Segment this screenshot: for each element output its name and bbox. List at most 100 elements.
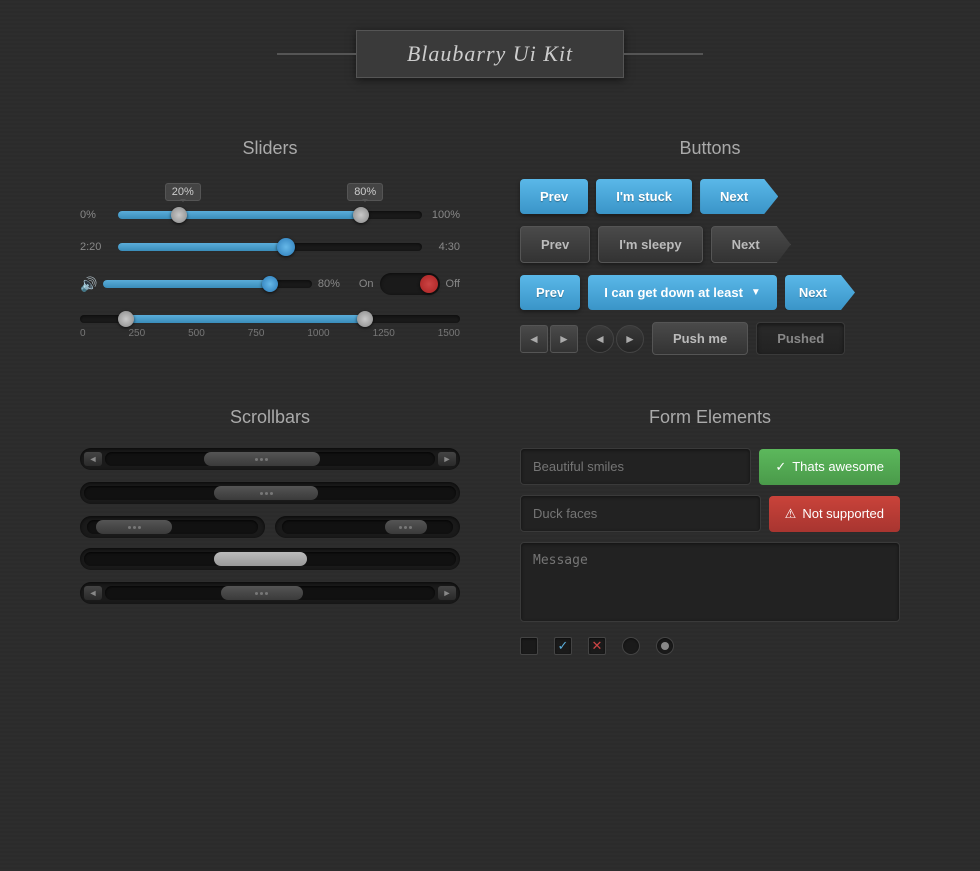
slider2-thumb[interactable]: [277, 238, 295, 256]
toggle-off-label: Off: [446, 278, 460, 290]
scrollbar-h-5[interactable]: ◄ ►: [80, 582, 460, 604]
scrollbar-track-5: [105, 586, 435, 600]
range-thumb-left[interactable]: [118, 311, 134, 327]
stuck-btn[interactable]: I'm stuck: [596, 179, 692, 214]
toggle-on-label: On: [359, 278, 374, 290]
buttons-section: Buttons Prev I'm stuck Next Prev I'm sle…: [490, 118, 930, 387]
slider2-fill: [118, 243, 285, 251]
scrollbar-h-1[interactable]: ◄ ►: [80, 448, 460, 470]
range-label-1250: 1250: [373, 328, 395, 339]
toggle-knob: [420, 275, 438, 293]
danger-btn[interactable]: ⚠ Not supported: [769, 496, 900, 532]
next-btn-1[interactable]: Next: [700, 179, 778, 214]
scrollbar-arrow-left-5[interactable]: ◄: [84, 586, 102, 600]
dropdown-arrow-icon: ▼: [751, 287, 761, 298]
prev-btn-2[interactable]: Prev: [520, 226, 590, 263]
next-btn-2[interactable]: Next: [711, 226, 791, 263]
success-btn[interactable]: ✓ Thats awesome: [759, 449, 900, 485]
dot-5: [265, 492, 268, 495]
scrollbar-half-left: [80, 516, 265, 538]
slider3-thumb[interactable]: [262, 276, 278, 292]
prev-btn-3[interactable]: Prev: [520, 275, 580, 310]
form-section: Form Elements ✓ Thats awesome ⚠ Not supp…: [490, 387, 930, 675]
dropdown-btn[interactable]: I can get down at least ▼: [588, 275, 777, 310]
dot-6: [270, 492, 273, 495]
checkbox-x[interactable]: ✕: [588, 637, 606, 655]
form-row-2: ⚠ Not supported: [520, 495, 900, 532]
nav-prev-square[interactable]: ◄: [520, 325, 548, 353]
slider2-row: 2:20 4:30: [80, 241, 460, 253]
scrollbar-arrow-left-1[interactable]: ◄: [84, 452, 102, 466]
slider3-track[interactable]: [103, 280, 311, 288]
input-duck-faces[interactable]: [520, 495, 761, 532]
scrollbar-arrow-right-5[interactable]: ►: [438, 586, 456, 600]
slider1-track[interactable]: 20% 80%: [118, 211, 422, 219]
next-btn-3[interactable]: Next: [785, 275, 855, 310]
pushed-btn[interactable]: Pushed: [756, 322, 845, 355]
message-textarea[interactable]: [520, 542, 900, 622]
radio-empty[interactable]: [622, 637, 640, 655]
checkmark-icon: ✓: [775, 459, 786, 475]
slider1-tooltip2: 80%: [347, 183, 383, 201]
scrollbar-half-right: [275, 516, 460, 538]
scrollbars-section: Scrollbars ◄ ►: [50, 387, 490, 675]
scrollbar-h-3b[interactable]: [275, 516, 460, 538]
scrollbar-row-3: [80, 516, 460, 538]
input-beautiful-smiles[interactable]: [520, 448, 751, 485]
slider2-min: 2:20: [80, 241, 110, 253]
scrollbar-thumb-3a[interactable]: [96, 520, 173, 534]
scrollbar-track-4: [84, 552, 456, 566]
range-labels: 0 250 500 750 1000 1250 1500: [80, 328, 460, 339]
scrollbar-arrow-right-1[interactable]: ►: [438, 452, 456, 466]
slider1-max: 100%: [430, 209, 460, 221]
dot-2: [260, 458, 263, 461]
nav-btn-group-round: ◄ ►: [586, 325, 644, 353]
slider1-thumb2[interactable]: [353, 207, 369, 223]
range-label-750: 750: [248, 328, 265, 339]
radio-selected[interactable]: [656, 637, 674, 655]
slider2-max: 4:30: [430, 241, 460, 253]
scrollbar-thumb-1[interactable]: [204, 452, 320, 466]
banner-ribbon: Blaubarry Ui Kit: [356, 30, 624, 78]
button-row-2: Prev I'm sleepy Next: [520, 226, 900, 263]
range-label-500: 500: [188, 328, 205, 339]
range-track[interactable]: [80, 315, 460, 323]
sliders-title: Sliders: [80, 138, 460, 159]
scrollbar-h-2[interactable]: [80, 482, 460, 504]
push-me-btn[interactable]: Push me: [652, 322, 748, 355]
scrollbar-thumb-3b[interactable]: [385, 520, 428, 534]
range-slider-container: 0 250 500 750 1000 1250 1500: [80, 315, 460, 339]
slider1-row: 0% 20% 80% 100%: [80, 209, 460, 221]
scrollbar-dots-5: [255, 592, 268, 595]
prev-btn-1[interactable]: Prev: [520, 179, 588, 214]
dot-4: [260, 492, 263, 495]
checkbox-unchecked[interactable]: [520, 637, 538, 655]
slider1-fill: [118, 211, 361, 219]
scrollbars-title: Scrollbars: [80, 407, 460, 428]
scrollbar-track-3b: [282, 520, 453, 534]
checkbox-checked[interactable]: ✓: [554, 637, 572, 655]
scrollbar-h-4[interactable]: [80, 548, 460, 570]
toggle-switch[interactable]: [380, 273, 440, 295]
slider2-track[interactable]: [118, 243, 422, 251]
nav-next-round[interactable]: ►: [616, 325, 644, 353]
slider1-container: 0% 20% 80% 100%: [80, 179, 460, 221]
scrollbar-thumb-5[interactable]: [221, 586, 304, 600]
buttons-title: Buttons: [520, 138, 900, 159]
range-label-0: 0: [80, 328, 86, 339]
scrollbar-track-2: [84, 486, 456, 500]
app-title: Blaubarry Ui Kit: [407, 41, 573, 67]
range-thumb-right[interactable]: [357, 311, 373, 327]
nav-prev-round[interactable]: ◄: [586, 325, 614, 353]
slider1-min: 0%: [80, 209, 110, 221]
scrollbar-thumb-4[interactable]: [214, 552, 307, 566]
scrollbar-thumb-2[interactable]: [214, 486, 318, 500]
sleepy-btn[interactable]: I'm sleepy: [598, 226, 702, 263]
nav-next-square[interactable]: ►: [550, 325, 578, 353]
slider1-thumb1[interactable]: [171, 207, 187, 223]
slider2-container: 2:20 4:30: [80, 241, 460, 253]
form-title: Form Elements: [520, 407, 900, 428]
range-label-1000: 1000: [307, 328, 329, 339]
scrollbar-h-3a[interactable]: [80, 516, 265, 538]
volume-icon: 🔊: [80, 276, 97, 293]
